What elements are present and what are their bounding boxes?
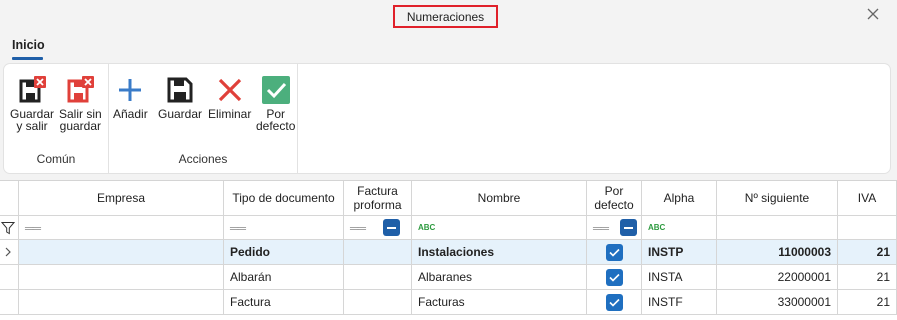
column-header-nombre[interactable]: Nombre	[412, 181, 587, 216]
numeraciones-grid: Empresa Tipo de documento Factura profor…	[0, 180, 897, 320]
group-label-acciones: Acciones	[178, 152, 228, 166]
cell-siguiente[interactable]: 33000001	[717, 290, 838, 315]
cell-empresa[interactable]	[19, 240, 224, 265]
indeterminate-checkbox[interactable]	[383, 219, 401, 236]
delete-label: Eliminar	[208, 107, 252, 121]
cell-factura-proforma[interactable]	[344, 240, 412, 265]
row-indicator[interactable]	[0, 240, 19, 265]
check-icon	[608, 248, 620, 257]
cell-empresa[interactable]	[19, 290, 224, 315]
grid-header: Empresa Tipo de documento Factura profor…	[0, 181, 897, 216]
filter-tipo-documento[interactable]: ══	[224, 216, 344, 240]
exit-without-save-label: Salir sin guardar	[59, 107, 102, 133]
plus-icon	[114, 74, 146, 106]
save-icon	[164, 74, 196, 106]
add-label: Añadir	[113, 107, 148, 121]
close-icon	[867, 8, 879, 20]
filter-icon	[1, 221, 15, 234]
check-icon	[608, 273, 620, 282]
group-label-comun: Común	[36, 152, 76, 166]
table-row[interactable]: Factura Facturas INSTF 33000001 21	[0, 290, 897, 315]
exit-no-save-icon	[64, 74, 96, 106]
cell-nombre[interactable]: Albaranes	[412, 265, 587, 290]
close-button[interactable]	[864, 5, 882, 23]
ribbon: Guardar y salir Salir sin guardar Común …	[4, 64, 890, 173]
checkbox-checked[interactable]	[605, 268, 623, 286]
cell-por-defecto[interactable]	[587, 240, 642, 265]
cell-por-defecto[interactable]	[587, 265, 642, 290]
cell-iva[interactable]: 21	[838, 290, 897, 315]
save-and-exit-button[interactable]: Guardar y salir	[10, 74, 54, 132]
cell-alpha[interactable]: INSTF	[642, 290, 717, 315]
equals-operator-icon[interactable]: ══	[593, 221, 609, 235]
save-close-icon	[16, 74, 48, 106]
filter-row: ══ ══ ══ ABC ══ ABC	[0, 216, 897, 240]
cell-nombre[interactable]: Facturas	[412, 290, 587, 315]
checkbox-checked[interactable]	[605, 293, 623, 311]
cell-siguiente[interactable]: 11000003	[717, 240, 838, 265]
column-header-por-defecto[interactable]: Por defecto	[587, 181, 642, 216]
tab-active-indicator	[12, 57, 43, 60]
cell-factura-proforma[interactable]	[344, 265, 412, 290]
filter-empresa[interactable]: ══	[19, 216, 224, 240]
save-label: Guardar	[158, 107, 203, 121]
save-and-exit-label: Guardar y salir	[10, 107, 55, 133]
row-indicator[interactable]	[0, 265, 19, 290]
filter-toggle[interactable]	[0, 216, 19, 240]
cell-alpha[interactable]: INSTP	[642, 240, 717, 265]
cell-tipo-documento[interactable]: Albarán	[224, 265, 344, 290]
ribbon-group-acciones: Añadir Guardar Eliminar Por defecto Acci…	[109, 64, 298, 173]
ribbon-group-comun: Guardar y salir Salir sin guardar Común	[4, 64, 109, 173]
filter-iva[interactable]	[838, 216, 897, 240]
check-icon	[608, 298, 620, 307]
checkbox-checked[interactable]	[605, 243, 623, 261]
column-header-factura-proforma[interactable]: Factura proforma	[344, 181, 412, 216]
indeterminate-checkbox[interactable]	[620, 219, 638, 236]
cell-siguiente[interactable]: 22000001	[717, 265, 838, 290]
chevron-right-icon	[5, 247, 11, 257]
window-title: Numeraciones	[393, 5, 498, 28]
column-header-empresa[interactable]: Empresa	[19, 181, 224, 216]
title-bar: Numeraciones	[0, 0, 897, 34]
abc-text-filter-icon[interactable]: ABC	[418, 223, 435, 232]
cell-iva[interactable]: 21	[838, 265, 897, 290]
column-header-alpha[interactable]: Alpha	[642, 181, 717, 216]
column-header-tipo-documento[interactable]: Tipo de documento	[224, 181, 344, 216]
exit-without-save-button[interactable]: Salir sin guardar	[59, 74, 102, 132]
save-button[interactable]: Guardar	[158, 74, 202, 120]
filter-nombre[interactable]: ABC	[412, 216, 587, 240]
delete-x-icon	[214, 74, 246, 106]
abc-text-filter-icon[interactable]: ABC	[648, 223, 665, 232]
cell-empresa[interactable]	[19, 265, 224, 290]
cell-tipo-documento[interactable]: Factura	[224, 290, 344, 315]
tab-inicio[interactable]: Inicio	[12, 38, 45, 52]
cell-nombre[interactable]: Instalaciones	[412, 240, 587, 265]
equals-operator-icon[interactable]: ══	[230, 221, 246, 235]
set-default-button[interactable]: Por defecto	[256, 74, 295, 132]
cell-alpha[interactable]: INSTA	[642, 265, 717, 290]
add-button[interactable]: Añadir	[113, 74, 148, 120]
cell-factura-proforma[interactable]	[344, 290, 412, 315]
header-spacer	[0, 181, 19, 216]
filter-por-defecto[interactable]: ══	[587, 216, 642, 240]
cell-iva[interactable]: 21	[838, 240, 897, 265]
table-row[interactable]: Albarán Albaranes INSTA 22000001 21	[0, 265, 897, 290]
delete-button[interactable]: Eliminar	[208, 74, 251, 120]
row-indicator[interactable]	[0, 290, 19, 315]
set-default-label: Por defecto	[256, 107, 296, 133]
column-header-siguiente[interactable]: Nº siguiente	[717, 181, 838, 216]
table-row[interactable]: Pedido Instalaciones INSTP 11000003 21	[0, 240, 897, 265]
checkmark-icon	[260, 74, 292, 106]
cell-por-defecto[interactable]	[587, 290, 642, 315]
equals-operator-icon[interactable]: ══	[25, 221, 41, 235]
filter-alpha[interactable]: ABC	[642, 216, 717, 240]
cell-tipo-documento[interactable]: Pedido	[224, 240, 344, 265]
equals-operator-icon[interactable]: ══	[350, 221, 366, 235]
column-header-iva[interactable]: IVA	[838, 181, 897, 216]
filter-factura-proforma[interactable]: ══	[344, 216, 412, 240]
filter-siguiente[interactable]	[717, 216, 838, 240]
